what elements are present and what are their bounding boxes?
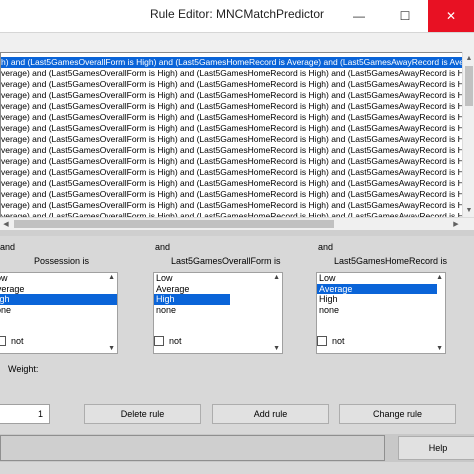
scroll-down-arrow-icon[interactable]: ▼ [463,204,474,216]
rule-list-horizontal-scrollbar[interactable]: ◀ ▶ [0,217,474,230]
list-item[interactable]: none [317,305,445,316]
rule-line[interactable]: verage) and (Last5GamesOverallForm is Hi… [1,90,473,101]
not-label: not [11,336,24,346]
delete-rule-button[interactable]: Delete rule [84,404,201,424]
rule-line[interactable]: verage) and (Last5GamesOverallForm is Hi… [1,68,473,79]
input-variable-label: Last5GamesOverallForm is [171,256,281,266]
list-item[interactable]: Low [154,273,282,284]
rule-line[interactable]: verage) and (Last5GamesOverallForm is Hi… [1,178,473,189]
list-item[interactable]: High [317,294,445,305]
weight-label: Weight: [8,364,39,374]
add-rule-button[interactable]: Add rule [212,404,329,424]
rule-list[interactable]: h) and (Last5GamesOverallForm is High) a… [0,52,474,228]
help-button[interactable]: Help [398,436,474,460]
rule-line[interactable]: verage) and (Last5GamesOverallForm is Hi… [1,123,473,134]
scroll-up-arrow-icon[interactable]: ▲ [436,274,443,281]
rule-list-vertical-scrollbar[interactable]: ▲ ▼ [462,52,474,228]
weight-input[interactable]: 1 [0,404,50,424]
close-button[interactable]: ✕ [428,0,474,32]
list-item[interactable]: none [0,305,117,316]
scroll-up-arrow-icon[interactable]: ▲ [108,274,115,281]
not-label: not [332,336,345,346]
connector-label: and [155,242,171,252]
list-item[interactable]: Low [317,273,445,284]
scroll-down-arrow-icon[interactable]: ▼ [436,345,443,352]
scroll-down-arrow-icon[interactable]: ▼ [108,345,115,352]
rule-line[interactable]: verage) and (Last5GamesOverallForm is Hi… [1,156,473,167]
list-item[interactable]: Low [0,273,117,284]
change-rule-button[interactable]: Change rule [339,404,456,424]
title-bar: Rule Editor: MNCMatchPredictor — ☐ ✕ [0,0,474,33]
rule-line[interactable]: verage) and (Last5GamesOverallForm is Hi… [1,134,473,145]
not-checkbox[interactable] [154,336,164,346]
rule-line[interactable]: verage) and (Last5GamesOverallForm is Hi… [1,167,473,178]
rule-line[interactable]: verage) and (Last5GamesOverallForm is Hi… [1,101,473,112]
scroll-right-arrow-icon[interactable]: ▶ [450,218,462,230]
horizontal-scroll-thumb[interactable] [14,220,334,228]
rule-line[interactable]: h) and (Last5GamesOverallForm is High) a… [1,57,473,68]
minimize-button[interactable]: — [336,0,382,32]
window-controls: — ☐ ✕ [336,0,474,32]
connector-label: and [318,242,334,252]
rule-line[interactable]: verage) and (Last5GamesOverallForm is Hi… [1,79,473,90]
not-label: not [169,336,182,346]
rule-line[interactable]: verage) and (Last5GamesOverallForm is Hi… [1,112,473,123]
list-item[interactable]: High [154,294,230,305]
scroll-down-arrow-icon[interactable]: ▼ [273,345,280,352]
vertical-scroll-thumb[interactable] [465,66,473,106]
list-item[interactable]: High [0,294,117,305]
scroll-up-arrow-icon[interactable]: ▲ [463,52,474,64]
list-item[interactable]: Average [317,283,437,294]
scroll-up-arrow-icon[interactable]: ▲ [273,274,280,281]
rule-line[interactable]: verage) and (Last5GamesOverallForm is Hi… [1,145,473,156]
rule-line[interactable]: verage) and (Last5GamesOverallForm is Hi… [1,200,473,211]
list-item[interactable]: none [154,305,282,316]
maximize-button[interactable]: ☐ [382,0,428,32]
list-item[interactable]: Average [0,284,117,295]
not-checkbox[interactable] [317,336,327,346]
connector-label: and [0,242,16,252]
input-variable-label: Possession is [34,256,90,266]
not-checkbox[interactable] [0,336,6,346]
list-item[interactable]: Average [154,284,282,295]
rule-line[interactable]: verage) and (Last5GamesOverallForm is Hi… [1,189,473,200]
status-field [0,435,385,461]
input-variable-label: Last5GamesHomeRecord is [334,256,448,266]
scroll-left-arrow-icon[interactable]: ◀ [0,218,12,230]
